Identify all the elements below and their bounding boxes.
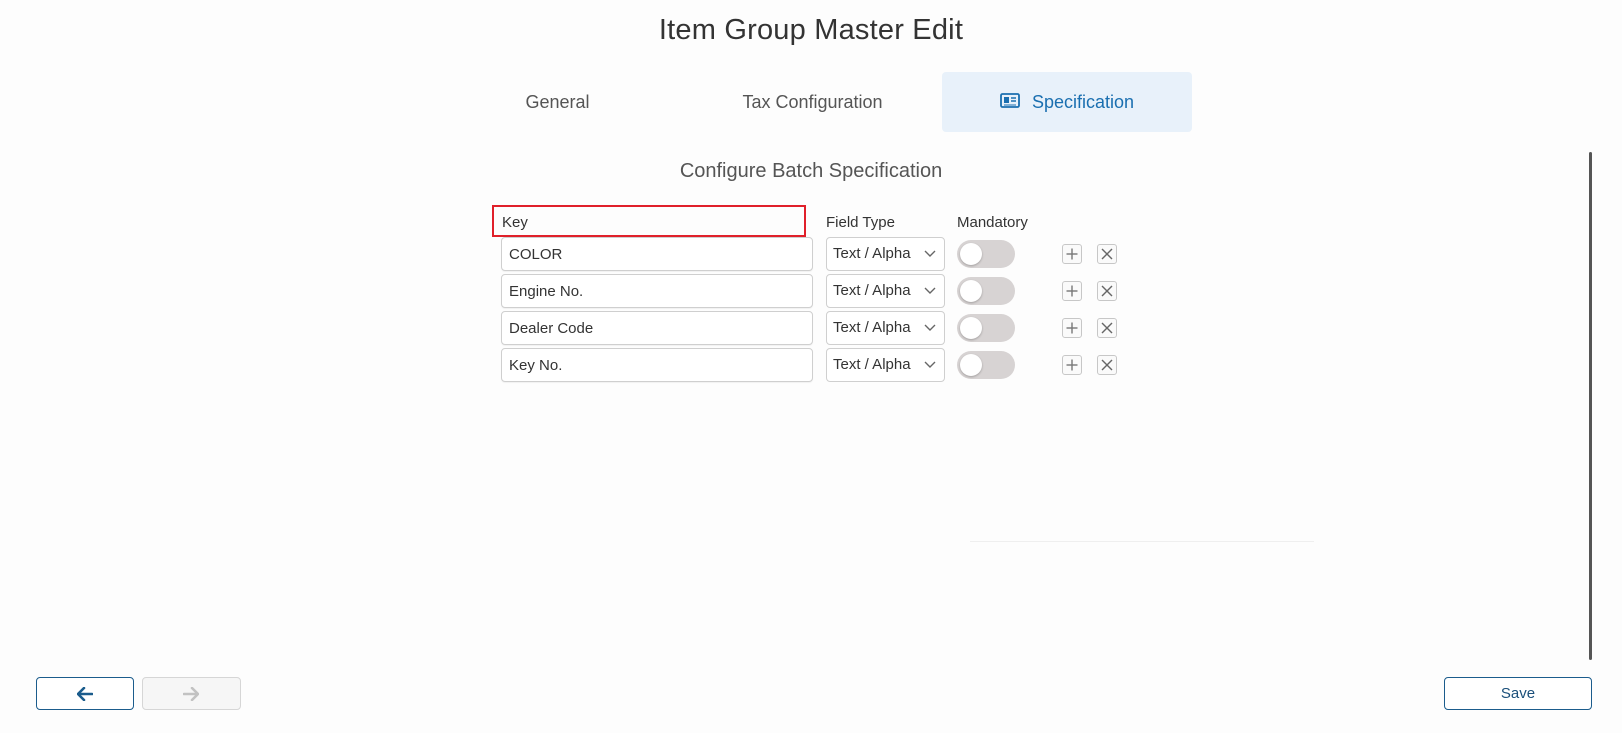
tab-specification[interactable]: Specification: [942, 72, 1192, 132]
tab-tax-configuration[interactable]: Tax Configuration: [690, 72, 935, 132]
toggle-knob: [960, 243, 982, 265]
toggle-knob: [960, 280, 982, 302]
page-title: Item Group Master Edit: [658, 14, 964, 46]
field-type-value: Text / Alpha: [833, 282, 911, 299]
mandatory-toggle[interactable]: [957, 277, 1015, 305]
key-input[interactable]: [501, 237, 813, 271]
field-type-column-header: Field Type: [826, 214, 895, 231]
key-column-label: Key: [502, 214, 528, 231]
close-icon: [1101, 359, 1113, 371]
mandatory-toggle[interactable]: [957, 240, 1015, 268]
chevron-down-icon: [924, 287, 936, 294]
mandatory-toggle[interactable]: [957, 351, 1015, 379]
close-icon: [1101, 248, 1113, 260]
spec-row: Text / Alpha: [0, 274, 1622, 308]
mandatory-column-header: Mandatory: [957, 214, 1028, 231]
key-column-header: Key: [492, 205, 806, 237]
section-title: Configure Batch Specification: [679, 160, 943, 182]
field-type-value: Text / Alpha: [833, 356, 911, 373]
tab-general-label: General: [525, 92, 590, 112]
toggle-knob: [960, 317, 982, 339]
remove-row-button[interactable]: [1097, 281, 1117, 301]
arrow-left-icon: [77, 687, 93, 701]
add-row-button[interactable]: [1062, 355, 1082, 375]
spec-row: Text / Alpha: [0, 348, 1622, 382]
tab-bar: General Tax Configuration Specification: [0, 72, 1622, 132]
field-type-value: Text / Alpha: [833, 319, 911, 336]
plus-icon: [1066, 322, 1078, 334]
spec-row: Text / Alpha: [0, 311, 1622, 345]
tab-general[interactable]: General: [470, 72, 645, 132]
tab-specification-label: Specification: [1031, 92, 1135, 112]
chevron-down-icon: [924, 324, 936, 331]
divider: [970, 541, 1314, 542]
save-button[interactable]: Save: [1444, 677, 1592, 710]
back-button[interactable]: [36, 677, 134, 710]
plus-icon: [1066, 285, 1078, 297]
field-type-select[interactable]: Text / Alpha: [826, 237, 945, 271]
close-icon: [1101, 322, 1113, 334]
spec-row: Text / Alpha: [0, 237, 1622, 271]
mandatory-toggle[interactable]: [957, 314, 1015, 342]
chevron-down-icon: [924, 361, 936, 368]
field-type-select[interactable]: Text / Alpha: [826, 348, 945, 382]
vertical-scrollbar[interactable]: [1589, 152, 1592, 660]
id-card-icon: [1000, 72, 1020, 132]
field-type-value: Text / Alpha: [833, 245, 911, 262]
arrow-right-icon: [183, 687, 199, 701]
add-row-button[interactable]: [1062, 318, 1082, 338]
forward-button[interactable]: [142, 677, 241, 710]
remove-row-button[interactable]: [1097, 244, 1117, 264]
tab-tax-configuration-label: Tax Configuration: [742, 92, 883, 112]
field-type-select[interactable]: Text / Alpha: [826, 311, 945, 345]
plus-icon: [1066, 248, 1078, 260]
add-row-button[interactable]: [1062, 281, 1082, 301]
add-row-button[interactable]: [1062, 244, 1082, 264]
key-input[interactable]: [501, 348, 813, 382]
field-type-select[interactable]: Text / Alpha: [826, 274, 945, 308]
toggle-knob: [960, 354, 982, 376]
key-input[interactable]: [501, 274, 813, 308]
remove-row-button[interactable]: [1097, 318, 1117, 338]
chevron-down-icon: [924, 250, 936, 257]
key-input[interactable]: [501, 311, 813, 345]
remove-row-button[interactable]: [1097, 355, 1117, 375]
close-icon: [1101, 285, 1113, 297]
plus-icon: [1066, 359, 1078, 371]
